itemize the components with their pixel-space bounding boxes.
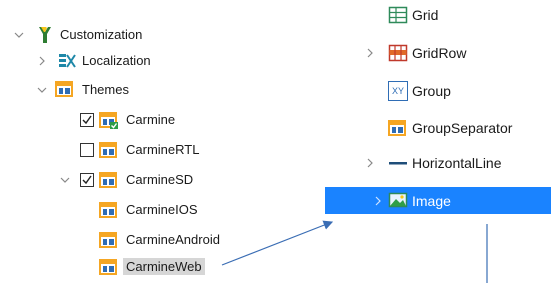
image-icon [388,190,408,210]
tree-item-label: GroupSeparator [412,120,513,136]
tree-item-group-separator[interactable]: GroupSeparator [320,115,551,141]
tree-item-label: HorizontalLine [412,155,502,171]
group-xy-icon-text: XY [391,86,404,96]
tree-item-group[interactable]: XY Group [320,78,551,104]
chevron-right-icon[interactable] [365,158,375,168]
right-tree: Grid GridRow XY Group GroupSeparator Hor… [320,0,551,283]
tree-item-label: Image [412,193,451,209]
tree-item-grid-row[interactable]: GridRow [320,40,551,66]
tree-item-grid[interactable]: Grid [320,2,551,28]
tree-item-label: Group [412,83,451,99]
grid-icon [388,5,408,25]
group-separator-icon [388,118,408,138]
chevron-right-icon[interactable] [373,196,383,206]
tree-item-horizontal-line[interactable]: HorizontalLine [320,150,551,176]
horizontal-line-icon [388,153,408,173]
group-xy-icon: XY [388,81,408,101]
tree-item-label: GridRow [412,45,467,61]
grid-row-icon [388,43,408,63]
chevron-right-icon[interactable] [365,48,375,58]
tree-item-label: Grid [412,7,439,23]
tree-item-image[interactable]: Image [325,187,551,214]
